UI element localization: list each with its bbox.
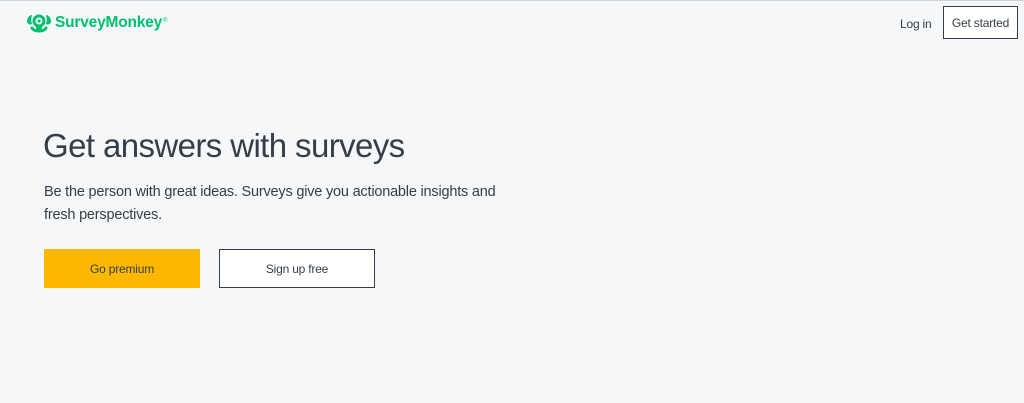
get-started-label: Get started [951,15,1010,30]
go-premium-label: Go premium [89,261,155,276]
sign-up-free-button[interactable]: Sign up free [219,249,375,288]
hero-subtitle: Be the person with great ideas. Surveys … [44,184,496,223]
go-premium-button[interactable]: Go premium [44,249,200,288]
site-header: SurveyMonkey ® Log in Get started [0,1,1024,45]
surveymonkey-logo[interactable]: SurveyMonkey ® [24,12,167,34]
sign-up-free-label: Sign up free [265,261,329,276]
registered-mark: ® [163,18,168,24]
login-link[interactable]: Log in [900,17,932,31]
surveymonkey-logo-icon [27,14,51,33]
logo-wordmark: SurveyMonkey [55,14,163,31]
get-started-button[interactable]: Get started [943,6,1018,39]
hero-title: Get answers with surveys [43,127,405,164]
